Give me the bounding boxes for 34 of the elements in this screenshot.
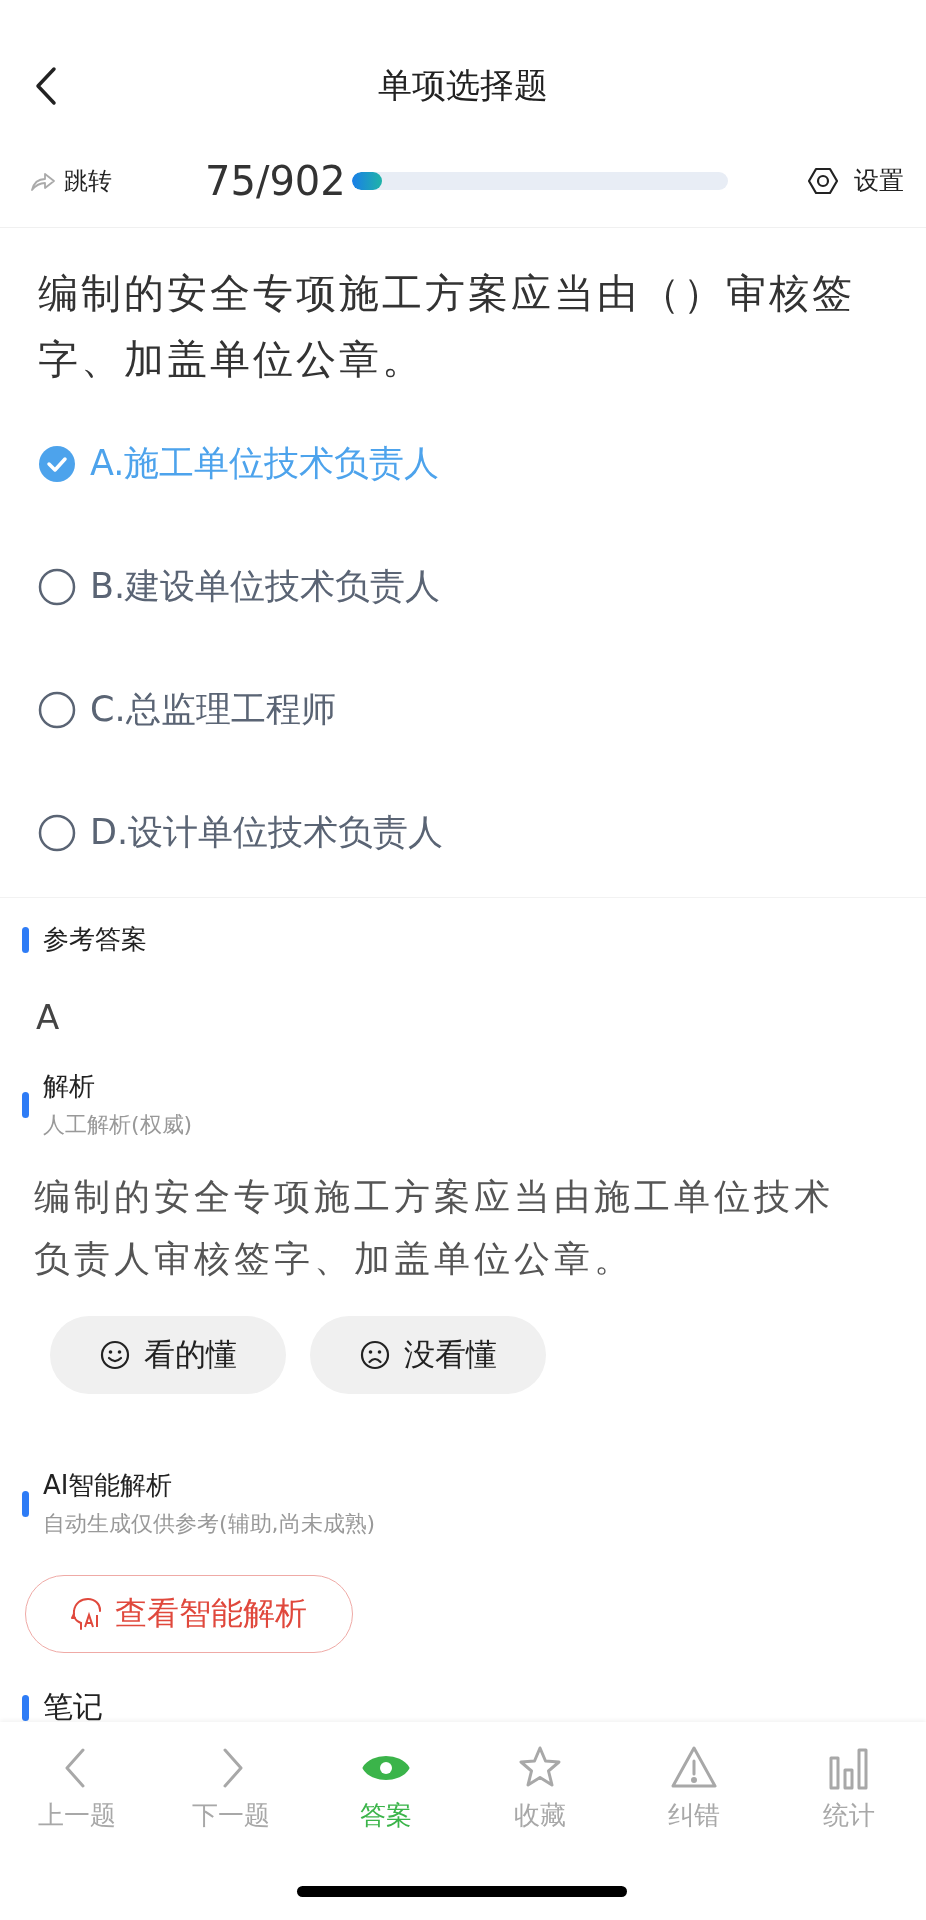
page-title: 单项选择题 xyxy=(378,64,548,107)
section-title: 参考答案 xyxy=(43,923,147,956)
analysis-text: 编制的安全专项施工方案应当由施工单位技术负责人审核签字、加盖单位公章。 xyxy=(33,1175,835,1281)
feedback-button[interactable]: 看的懂 xyxy=(50,1316,286,1394)
section-marker xyxy=(22,1694,29,1721)
answer-option[interactable]: D.设计单位技术负责人 xyxy=(38,771,888,894)
section-title: 笔记 xyxy=(43,1688,103,1726)
section-title: 解析 xyxy=(43,1070,96,1103)
smiley-icon xyxy=(99,1340,130,1370)
section-marker xyxy=(22,1091,29,1118)
reference-answer: A xyxy=(35,996,61,1039)
answer-option[interactable]: B.建设单位技术负责人 xyxy=(38,525,888,648)
settings-icon xyxy=(808,165,838,196)
frown-icon xyxy=(359,1340,390,1370)
answer-option[interactable]: A.施工单位技术负责人 xyxy=(38,402,888,525)
jump-button[interactable]: 跳转 xyxy=(30,164,205,197)
section-title: AI智能解析 xyxy=(43,1469,174,1502)
tab-bar-item[interactable]: 上一题 xyxy=(0,1744,155,1833)
feedback-button[interactable]: 没看懂 xyxy=(310,1316,546,1394)
tab-bar-item[interactable]: 答案 xyxy=(308,1744,463,1833)
ai-head-icon xyxy=(71,1597,103,1631)
tab-bar-item[interactable]: 下一题 xyxy=(154,1744,309,1833)
answer-option[interactable]: C.总监理工程师 xyxy=(38,648,888,771)
back-icon[interactable] xyxy=(34,66,58,106)
section-marker xyxy=(22,1490,29,1517)
section-subtitle: 自动生成仅供参考(辅助,尚未成熟) xyxy=(43,1510,376,1538)
progress-count: 75/902 xyxy=(205,157,346,204)
section-marker xyxy=(22,926,29,953)
tab-bar-item[interactable]: 统计 xyxy=(771,1744,926,1833)
tab-bar-item[interactable]: 收藏 xyxy=(463,1744,618,1833)
settings-button[interactable]: 设置 xyxy=(808,164,904,197)
question-text: 编制的安全专项施工方案应当由（）审核签字、加盖单位公章。 xyxy=(38,269,856,384)
section-subtitle: 人工解析(权威) xyxy=(43,1111,193,1139)
tab-bar-item[interactable]: 纠错 xyxy=(617,1744,772,1833)
